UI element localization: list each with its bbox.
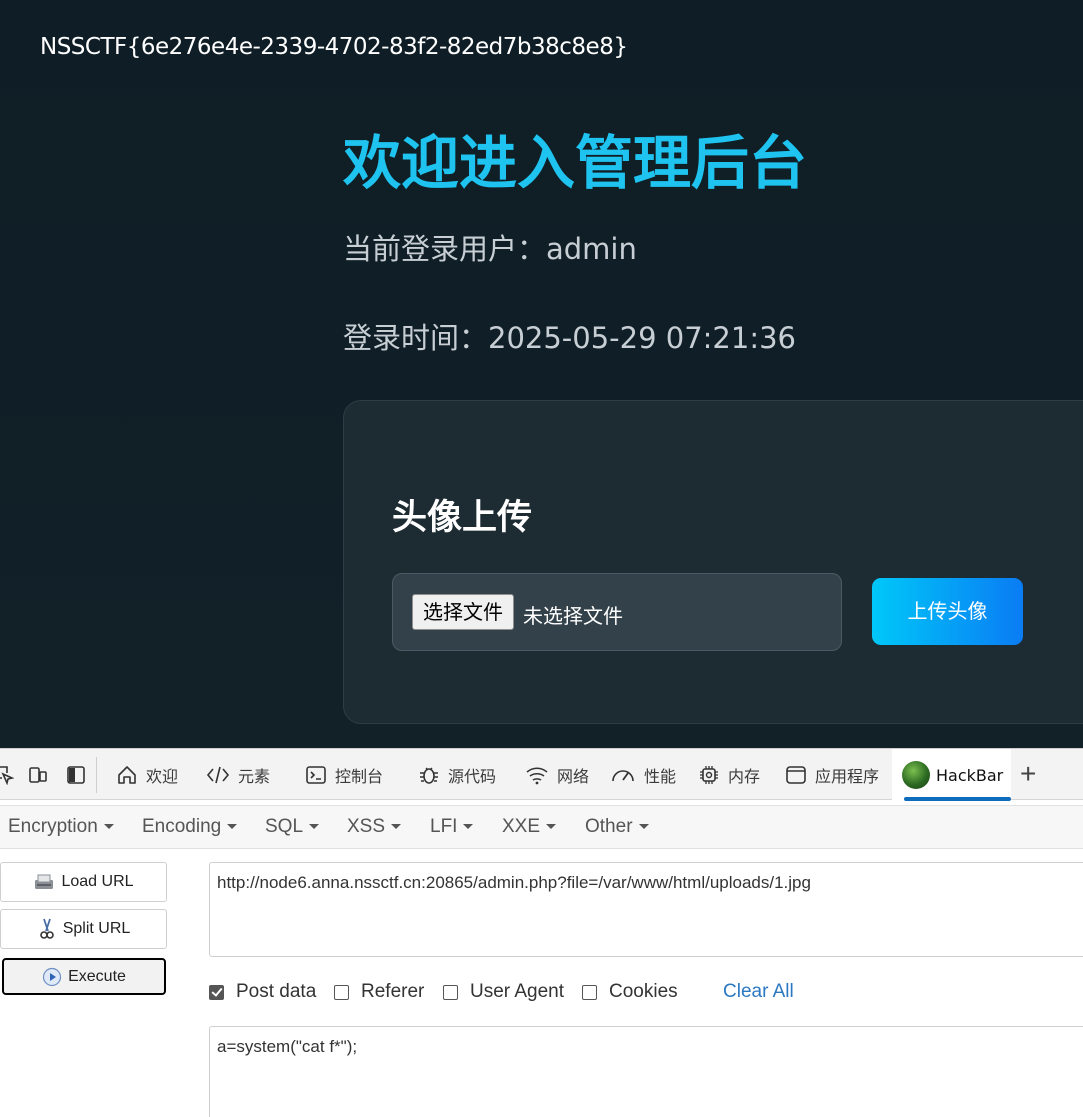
caret-down-icon: [103, 824, 114, 830]
menu-xss[interactable]: XSS: [347, 816, 402, 838]
tab-label: HackBar: [936, 765, 1004, 785]
menu-lfi[interactable]: LFI: [430, 816, 474, 838]
caret-down-icon: [391, 824, 402, 830]
execute-button[interactable]: Execute: [2, 958, 166, 995]
wifi-icon: [526, 767, 548, 785]
toolbar-separator: [96, 757, 97, 793]
avatar-upload-card: 头像上传 选择文件 未选择文件 上传头像: [343, 400, 1083, 724]
home-icon: [118, 766, 136, 784]
window-icon: [786, 766, 806, 784]
tab-memory[interactable]: 内存: [698, 749, 760, 801]
tab-label: 网络: [557, 767, 590, 786]
file-status-text: 未选择文件: [523, 604, 623, 628]
add-tab-icon[interactable]: +: [1020, 759, 1036, 789]
cookies-checkbox[interactable]: [582, 984, 597, 1000]
clear-all-link[interactable]: Clear All: [723, 981, 794, 1003]
device-emulation-icon[interactable]: [28, 765, 48, 785]
upload-heading: 头像上传: [392, 498, 533, 538]
code-icon: [206, 766, 230, 784]
tab-application[interactable]: 应用程序: [785, 749, 879, 801]
inspect-icon[interactable]: [0, 765, 14, 785]
tab-elements[interactable]: 元素: [206, 749, 270, 801]
file-input[interactable]: 选择文件 未选择文件: [392, 573, 842, 651]
tab-welcome[interactable]: 欢迎: [116, 749, 178, 801]
bug-icon: [420, 767, 438, 784]
scissors-icon: [39, 918, 54, 939]
hackbar-panel: Load URL Split URL Execute http://node6.…: [0, 849, 1083, 1117]
caret-down-icon: [463, 824, 474, 830]
play-icon: [42, 967, 62, 986]
hackbar-logo-icon: [902, 761, 930, 789]
caret-down-icon: [309, 824, 320, 830]
dock-side-icon[interactable]: [66, 765, 86, 785]
post-data-input[interactable]: a=system("cat f*");: [209, 1026, 1083, 1117]
url-input[interactable]: http://node6.anna.nssctf.cn:20865/admin.…: [209, 862, 1083, 957]
post-data-checkbox[interactable]: [209, 984, 224, 1000]
current-user-line: 当前登录用户：admin: [343, 232, 637, 266]
menu-encryption[interactable]: Encryption: [8, 816, 114, 838]
split-url-button[interactable]: Split URL: [0, 909, 167, 949]
devtools-tab-strip: 欢迎 元素 控制台 源代码 网络 性能 内存 应用程序 HackBar +: [0, 748, 1083, 801]
tab-performance[interactable]: 性能: [610, 749, 676, 801]
tab-console[interactable]: 控制台: [305, 749, 383, 801]
flag-text: NSSCTF{6e276e4e-2339-4702-83f2-82ed7b38c…: [40, 34, 628, 60]
user-agent-checkbox[interactable]: [443, 984, 458, 1000]
menu-encoding[interactable]: Encoding: [142, 816, 238, 838]
menu-xxe[interactable]: XXE: [502, 816, 557, 838]
tab-label: 源代码: [448, 767, 497, 786]
post-data-toggle[interactable]: Post data: [209, 981, 316, 1003]
caret-down-icon: [546, 824, 557, 830]
tab-sources[interactable]: 源代码: [418, 749, 496, 801]
hackbar-menu: Encryption Encoding SQL XSS LFI XXE Othe…: [0, 805, 1083, 849]
tab-label: 元素: [238, 767, 271, 786]
caret-down-icon: [227, 824, 238, 830]
menu-sql[interactable]: SQL: [265, 816, 320, 838]
tab-label: 性能: [644, 767, 677, 786]
login-time-line: 登录时间：2025-05-29 07:21:36: [343, 321, 796, 355]
user-agent-toggle[interactable]: User Agent: [443, 981, 564, 1003]
tab-label: 应用程序: [815, 767, 880, 786]
options-row: Post data Referer User Agent Cookies Cle…: [209, 981, 1083, 1005]
gauge-icon: [612, 770, 634, 782]
choose-file-button[interactable]: 选择文件: [412, 594, 514, 630]
console-icon: [306, 766, 326, 784]
tab-label: 控制台: [335, 767, 384, 786]
caret-down-icon: [638, 824, 649, 830]
web-page: NSSCTF{6e276e4e-2339-4702-83f2-82ed7b38c…: [0, 0, 1083, 748]
page-title: 欢迎进入管理后台: [343, 129, 808, 197]
referer-checkbox[interactable]: [334, 984, 349, 1000]
load-url-icon: [35, 874, 54, 889]
chip-icon: [700, 766, 718, 784]
referer-toggle[interactable]: Referer: [334, 981, 424, 1003]
tab-hackbar[interactable]: HackBar: [892, 749, 1011, 801]
menu-other[interactable]: Other: [585, 816, 649, 838]
upload-avatar-button[interactable]: 上传头像: [872, 578, 1023, 645]
load-url-button[interactable]: Load URL: [0, 862, 167, 902]
tab-network[interactable]: 网络: [525, 749, 589, 801]
tab-label: 欢迎: [146, 767, 179, 786]
cookies-toggle[interactable]: Cookies: [582, 981, 678, 1003]
tab-label: 内存: [728, 767, 761, 786]
